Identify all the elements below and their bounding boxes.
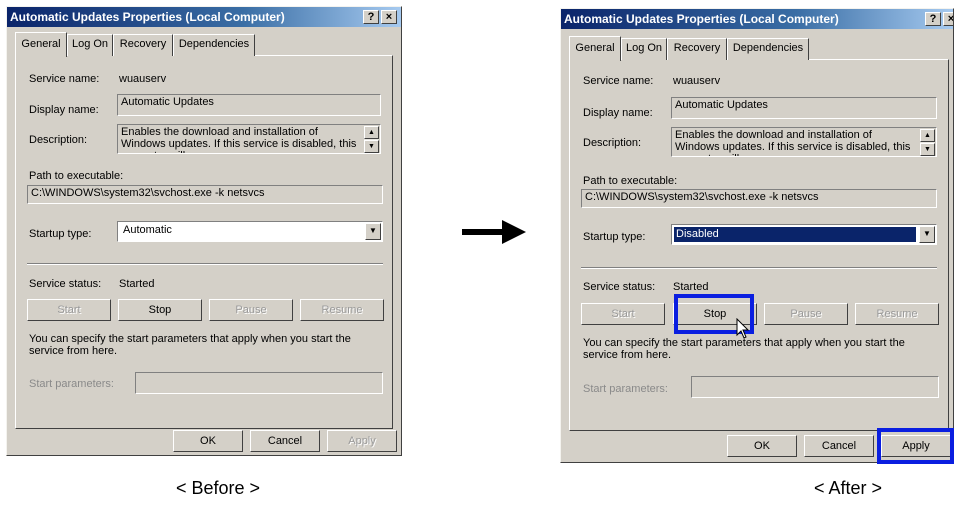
startup-type-label: Startup type: <box>29 228 92 240</box>
after-title-bar: Automatic Updates Properties (Local Comp… <box>561 9 953 29</box>
scroll-down-icon[interactable]: ▼ <box>920 143 935 156</box>
path-field[interactable]: C:\WINDOWS\system32\svchost.exe -k netsv… <box>581 189 937 208</box>
resume-button[interactable]: Resume <box>855 303 939 325</box>
display-name-field[interactable]: Automatic Updates <box>671 97 937 119</box>
right-arrow-icon <box>462 220 526 244</box>
service-name-value: wuauserv <box>119 73 167 85</box>
description-label: Description: <box>29 134 88 146</box>
startup-type-value: Automatic <box>123 224 172 236</box>
start-button[interactable]: Start <box>27 299 111 321</box>
stop-button[interactable]: Stop <box>118 299 202 321</box>
help-button[interactable]: ? <box>925 12 941 26</box>
start-params-hint: You can specify the start parameters tha… <box>29 333 351 357</box>
start-params-field[interactable] <box>135 372 383 394</box>
tab-dependencies[interactable]: Dependencies <box>727 38 809 60</box>
chevron-down-icon[interactable]: ▼ <box>365 223 381 240</box>
path-label: Path to executable: <box>583 175 678 187</box>
help-button[interactable]: ? <box>363 10 379 24</box>
chevron-down-icon[interactable]: ▼ <box>919 226 935 243</box>
tab-log-on[interactable]: Log On <box>621 38 667 60</box>
before-caption: < Before > <box>176 478 261 498</box>
apply-button-highlight <box>877 428 954 464</box>
startup-type-selection: Disabled <box>674 227 916 242</box>
service-status-label: Service status: <box>29 278 102 290</box>
before-title-bar: Automatic Updates Properties (Local Comp… <box>7 7 401 27</box>
start-params-field[interactable] <box>691 376 939 398</box>
pause-button[interactable]: Pause <box>209 299 293 321</box>
after-dialog: Automatic Updates Properties (Local Comp… <box>560 8 954 463</box>
before-dialog-title: Automatic Updates Properties (Local Comp… <box>10 10 285 24</box>
ok-button[interactable]: OK <box>173 430 243 452</box>
description-field[interactable]: Enables the download and installation of… <box>671 127 937 157</box>
scroll-up-icon[interactable]: ▲ <box>920 129 935 142</box>
path-label: Path to executable: <box>29 170 124 182</box>
before-dialog: Automatic Updates Properties (Local Comp… <box>6 6 402 456</box>
service-name-label: Service name: <box>29 73 100 85</box>
cancel-button[interactable]: Cancel <box>804 435 874 457</box>
service-status-value: Started <box>119 278 155 290</box>
startup-type-value: Disabled <box>676 228 719 240</box>
display-name-label: Display name: <box>29 104 99 116</box>
display-name-label: Display name: <box>583 107 653 119</box>
after-caption: < After > <box>814 478 883 498</box>
start-params-hint: You can specify the start parameters tha… <box>583 337 905 361</box>
after-dialog-title: Automatic Updates Properties (Local Comp… <box>564 12 839 26</box>
scroll-up-icon[interactable]: ▲ <box>364 126 379 139</box>
service-name-value: wuauserv <box>673 75 721 87</box>
tab-general[interactable]: General <box>569 36 621 61</box>
ok-button[interactable]: OK <box>727 435 797 457</box>
service-status-value: Started <box>673 281 709 293</box>
description-field[interactable]: Enables the download and installation of… <box>117 124 381 154</box>
description-scrollbar[interactable]: ▲ ▼ <box>920 129 935 156</box>
resume-button[interactable]: Resume <box>300 299 384 321</box>
divider <box>581 267 937 269</box>
description-text: Enables the download and installation of… <box>675 129 911 156</box>
start-button[interactable]: Start <box>581 303 665 325</box>
apply-button[interactable]: Apply <box>327 430 397 452</box>
close-button[interactable]: × <box>381 10 397 24</box>
divider <box>27 263 383 265</box>
display-name-field[interactable]: Automatic Updates <box>117 94 381 116</box>
tab-log-on[interactable]: Log On <box>67 34 113 56</box>
startup-type-select[interactable]: Automatic ▼ <box>117 221 383 242</box>
tab-dependencies[interactable]: Dependencies <box>173 34 255 56</box>
tab-recovery[interactable]: Recovery <box>113 34 173 56</box>
close-button[interactable]: × <box>943 12 953 26</box>
tab-general[interactable]: General <box>15 32 67 57</box>
start-params-label: Start parameters: <box>29 378 114 390</box>
scroll-down-icon[interactable]: ▼ <box>364 140 379 153</box>
startup-type-select[interactable]: Disabled ▼ <box>671 224 937 245</box>
tab-recovery[interactable]: Recovery <box>667 38 727 60</box>
path-field[interactable]: C:\WINDOWS\system32\svchost.exe -k netsv… <box>27 185 383 204</box>
description-scrollbar[interactable]: ▲ ▼ <box>364 126 379 153</box>
cancel-button[interactable]: Cancel <box>250 430 320 452</box>
description-label: Description: <box>583 137 642 149</box>
service-status-label: Service status: <box>583 281 656 293</box>
startup-type-label: Startup type: <box>583 231 646 243</box>
mouse-pointer-icon <box>736 318 750 339</box>
service-name-label: Service name: <box>583 75 654 87</box>
start-params-label: Start parameters: <box>583 383 668 395</box>
pause-button[interactable]: Pause <box>764 303 848 325</box>
description-text: Enables the download and installation of… <box>121 126 357 153</box>
